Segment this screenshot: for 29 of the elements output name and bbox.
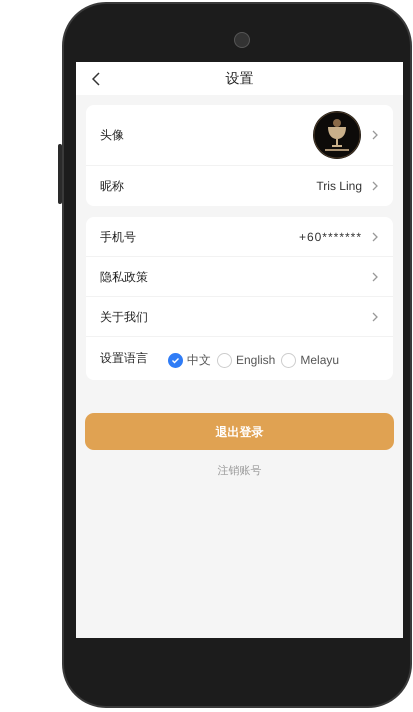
check-icon	[171, 356, 180, 364]
row-value: Tris Ling	[316, 178, 362, 195]
side-button[interactable]	[58, 144, 62, 204]
settings-row[interactable]: 昵称 Tris Ling	[86, 166, 393, 206]
back-icon[interactable]	[92, 72, 100, 86]
chevron-right-icon	[372, 130, 378, 140]
settings-row[interactable]: 手机号 +60*******	[86, 217, 393, 257]
settings-row[interactable]: 隐私政策	[86, 257, 393, 297]
chevron-right-icon	[372, 312, 378, 322]
row-label: 头像	[100, 127, 124, 144]
language-option[interactable]: English	[217, 351, 276, 369]
chevron-right-icon	[372, 181, 378, 191]
radio-button[interactable]	[281, 352, 296, 368]
radio-button[interactable]	[217, 352, 232, 368]
language-option[interactable]: 中文	[168, 351, 211, 369]
chevron-right-icon	[372, 232, 378, 242]
settings-row[interactable]: 头像	[86, 105, 393, 166]
page-title: 设置	[226, 69, 254, 88]
radio-button[interactable]	[168, 352, 183, 368]
row-label: 隐私政策	[100, 268, 148, 286]
row-label: 设置语言	[100, 350, 148, 367]
row-label: 手机号	[100, 228, 136, 246]
row-label: 昵称	[100, 178, 124, 195]
language-option[interactable]: Melayu	[281, 351, 340, 369]
settings-row[interactable]: 关于我们	[86, 297, 393, 337]
row-label: 关于我们	[100, 308, 148, 326]
chevron-right-icon	[372, 272, 378, 282]
camera-icon	[234, 32, 250, 48]
row-value: +60*******	[298, 228, 362, 246]
